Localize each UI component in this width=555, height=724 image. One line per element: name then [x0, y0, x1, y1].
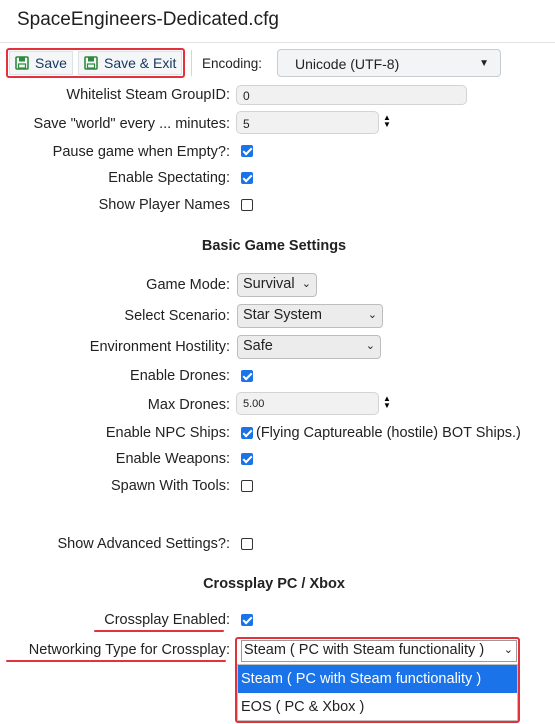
- crossplay-heading: Crossplay PC / Xbox: [203, 576, 345, 592]
- encoding-select[interactable]: Unicode (UTF-8) ▼: [277, 49, 501, 77]
- crossplay-enabled-checkbox[interactable]: [241, 614, 253, 626]
- spawn-tools-checkbox[interactable]: [241, 480, 253, 492]
- game-mode-label: Game Mode:: [146, 277, 230, 293]
- hostility-value: Safe: [243, 338, 273, 354]
- npc-ships-checkbox[interactable]: [241, 427, 253, 439]
- game-mode-select[interactable]: Survival ⌄: [237, 273, 317, 297]
- caret-down-icon: ▼: [479, 58, 489, 69]
- crossplay-enabled-label: Crossplay Enabled:: [104, 612, 230, 628]
- scenario-select[interactable]: Star System ⌄: [237, 304, 383, 328]
- scenario-label: Select Scenario:: [124, 308, 230, 324]
- scenario-value: Star System: [243, 307, 322, 323]
- max-drones-label: Max Drones:: [147, 397, 230, 413]
- encoding-label: Encoding:: [202, 56, 263, 71]
- save-world-label: Save "world" every ... minutes:: [33, 116, 230, 132]
- networking-type-underline: [6, 660, 226, 662]
- toolbar-divider: [0, 42, 555, 43]
- advanced-settings-label: Show Advanced Settings?:: [57, 536, 230, 552]
- chevron-down-icon: ⌄: [367, 309, 377, 321]
- drones-checkbox[interactable]: [241, 370, 253, 382]
- player-names-checkbox[interactable]: [241, 199, 253, 211]
- npc-ships-label: Enable NPC Ships:: [105, 425, 230, 441]
- spectating-checkbox[interactable]: [241, 172, 253, 184]
- pause-empty-checkbox[interactable]: [241, 145, 253, 157]
- hostility-select[interactable]: Safe ⌄: [237, 335, 381, 359]
- weapons-checkbox[interactable]: [241, 453, 253, 465]
- drones-label: Enable Drones:: [130, 368, 230, 384]
- hostility-label: Environment Hostility:: [89, 339, 230, 355]
- max-drones-input[interactable]: 5.00: [236, 392, 379, 415]
- save-world-input[interactable]: 5: [236, 111, 379, 134]
- save-buttons-highlight: [6, 48, 185, 78]
- npc-ships-note: (Flying Captureable (hostile) BOT Ships.…: [256, 425, 521, 441]
- weapons-label: Enable Weapons:: [115, 451, 230, 467]
- spinner-arrows-icon[interactable]: ▲ ▼: [383, 395, 391, 410]
- networking-type-highlight: [235, 637, 520, 723]
- crossplay-enabled-underline: [94, 630, 224, 632]
- window-title: SpaceEngineers-Dedicated.cfg: [17, 9, 279, 30]
- chevron-down-icon: ⌄: [365, 340, 375, 352]
- toolbar-separator: [191, 50, 192, 76]
- whitelist-input[interactable]: 0: [236, 85, 467, 105]
- player-names-label: Show Player Names: [98, 197, 230, 213]
- spectating-label: Enable Spectating:: [108, 170, 230, 186]
- spawn-tools-label: Spawn With Tools:: [110, 478, 230, 494]
- chevron-down-icon: ⌄: [301, 278, 311, 290]
- advanced-settings-checkbox[interactable]: [241, 538, 253, 550]
- basic-settings-heading: Basic Game Settings: [201, 238, 347, 254]
- encoding-value: Unicode (UTF-8): [295, 56, 400, 72]
- networking-type-label: Networking Type for Crossplay:: [28, 642, 230, 658]
- pause-empty-label: Pause game when Empty?:: [52, 144, 230, 160]
- whitelist-label: Whitelist Steam GroupID:: [66, 87, 230, 103]
- spinner-arrows-icon[interactable]: ▲ ▼: [383, 114, 391, 129]
- game-mode-value: Survival: [243, 276, 295, 292]
